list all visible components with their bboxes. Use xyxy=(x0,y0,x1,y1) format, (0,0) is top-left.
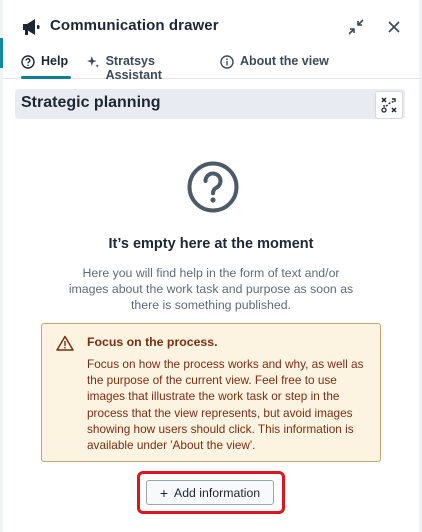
plus-icon: + xyxy=(159,484,169,501)
collapse-icon[interactable] xyxy=(348,19,364,35)
warning-callout: Focus on the process. Focus on how the p… xyxy=(41,323,381,462)
question-circle-icon xyxy=(21,55,35,69)
tab-help-label: Help xyxy=(41,54,69,68)
megaphone-icon xyxy=(23,19,40,35)
info-circle-icon xyxy=(220,55,234,69)
question-circle-icon xyxy=(187,161,239,213)
empty-state-title: It’s empty here at the moment xyxy=(108,236,314,252)
tab-assistant-label: Stratsys Assistant xyxy=(105,54,162,82)
warning-triangle-icon xyxy=(56,335,74,351)
tab-stratsys-assistant[interactable]: Stratsys Assistant xyxy=(86,54,211,82)
section-header: Strategic planning xyxy=(15,89,405,119)
add-information-label: Add information xyxy=(174,485,261,500)
warning-body: Focus on how the process works and why, … xyxy=(87,357,364,453)
add-information-button[interactable]: + Add information xyxy=(146,480,274,505)
tab-about-the-view[interactable]: About the view xyxy=(220,54,330,78)
section-title: Strategic planning xyxy=(21,94,161,111)
drawer-title: Communication drawer xyxy=(50,17,219,34)
strategy-icon xyxy=(381,97,397,113)
tab-help[interactable]: Help xyxy=(21,54,71,79)
drawer-header: Communication drawer xyxy=(3,0,419,50)
empty-state-description: Here you will find help in the form of t… xyxy=(68,266,354,312)
tab-about-label: About the view xyxy=(240,54,329,68)
warning-title: Focus on the process. xyxy=(87,335,218,349)
drawer-tabs: Help Stratsys Assistant About the view xyxy=(3,50,419,82)
strategy-button[interactable] xyxy=(375,91,403,119)
sparkle-icon xyxy=(86,56,100,68)
communication-drawer: Communication drawer Help Stratsys Assis… xyxy=(3,0,419,532)
close-icon[interactable] xyxy=(386,19,402,35)
